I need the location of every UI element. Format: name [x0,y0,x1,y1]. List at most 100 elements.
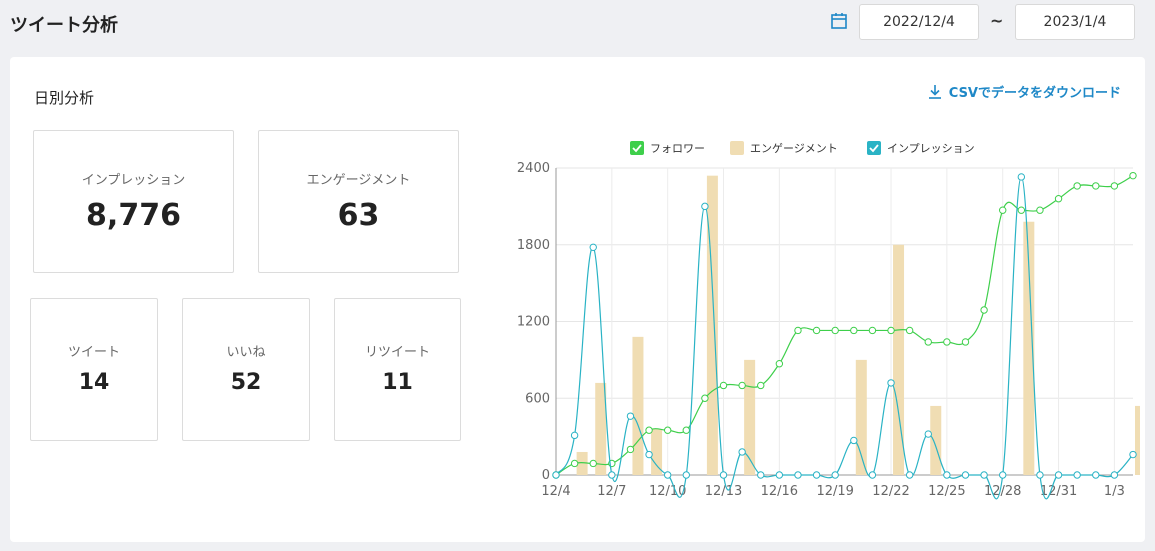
impressions-point [738,448,746,456]
followers-point [961,338,970,346]
impressions-point [794,471,802,479]
date-from-input[interactable]: 2022/12/4 [859,4,979,40]
followers-point [775,360,784,368]
impressions-point [812,471,821,479]
x-tick-label: 12/22 [872,484,909,499]
x-tick-label: 12/25 [928,484,965,499]
impressions-point [626,412,635,420]
section-title: 日別分析 [34,89,95,107]
followers-point [1036,206,1044,214]
legend-swatch [630,141,644,155]
impressions-point [924,430,932,438]
x-tick-label: 1/3 [1104,484,1125,499]
followers-point [831,326,839,335]
x-tick-label: 12/13 [705,484,742,499]
followers-point [924,338,932,346]
impressions-card: インプレッション 8,776 [33,130,234,273]
followers-point [1017,206,1026,214]
followers-point [943,338,951,346]
impressions-point [850,436,858,445]
followers-point [1092,182,1100,190]
impressions-point [831,471,839,479]
impressions-value: 8,776 [86,198,181,233]
followers-point [850,326,858,335]
followers-point [738,381,746,390]
y-tick-label: 1800 [517,238,550,253]
impressions-point [663,471,672,479]
impressions-point [682,471,690,479]
impressions-point [943,471,951,479]
legend-label: フォロワー [650,142,705,155]
likes-label: いいね [226,345,266,360]
engagement-bar [632,336,644,475]
followers-point [663,426,672,434]
y-tick-label: 0 [542,468,550,483]
y-tick-label: 2400 [517,161,550,176]
impressions-label: インプレッション [81,173,186,188]
followers-point [570,459,579,468]
impressions-point [1073,471,1081,479]
likes-card: いいね 52 [182,298,310,441]
followers-point [812,326,821,335]
followers-point [645,426,653,434]
download-icon [928,84,941,99]
daily-chart-svg: 060012001800240012/4 12/7 12/10 12/13 12/16 1… [517,141,1146,500]
engagement-bar [855,359,867,475]
daily-analysis-panel: 日別分析 CSVでデータをダウンロード インプレッション 8,776 エンゲージ… [10,57,1146,542]
engagement-bar [930,405,942,475]
tweets-card: ツイート 14 [30,298,158,441]
tweets-value: 14 [78,370,110,395]
impressions-point [980,471,988,479]
followers-point [980,306,988,314]
impressions-point [701,202,709,211]
engagement-bar [744,359,756,475]
impressions-point [608,471,616,479]
engagement-bar [1135,405,1146,475]
y-tick-label: 1200 [517,315,550,330]
impressions-point [887,379,895,387]
engagement-value: 63 [337,198,380,233]
followers-point [589,459,597,468]
followers-point [1073,182,1081,190]
followers-point [794,326,802,335]
impressions-point [570,431,579,440]
legend-label: エンゲージメント [750,142,838,155]
impressions-point [645,450,653,459]
followers-point [757,381,765,390]
legend-label: インプレッション [887,142,975,155]
calendar-icon[interactable] [830,12,848,30]
impressions-point [868,471,877,479]
followers-point [626,445,635,454]
csv-download-link[interactable]: CSVでデータをダウンロード [927,82,1121,101]
impressions-point [1054,471,1063,479]
x-tick-label: 12/31 [1040,484,1077,499]
tweets-label: ツイート [67,345,120,360]
impressions-point [1129,450,1137,459]
followers-point [1129,171,1137,180]
engagement-bar [651,428,663,475]
legend-swatch [730,141,744,155]
impressions-point [552,471,560,479]
impressions-point [999,471,1007,479]
impressions-point [757,471,765,479]
x-tick-label: 12/4 [541,484,570,499]
followers-point [905,326,914,335]
impressions-point [719,471,728,479]
impressions-point [775,471,784,479]
impressions-point [1092,471,1100,479]
impressions-point [961,471,970,479]
y-tick-label: 600 [525,391,550,406]
retweets-value: 11 [382,370,413,395]
page-title: ツイート分析 [10,15,118,36]
followers-point [1054,195,1063,203]
followers-point [719,381,728,390]
impressions-point [1017,173,1026,181]
legend-swatch [867,141,881,155]
date-to-input[interactable]: 2023/1/4 [1015,4,1135,40]
impressions-point [905,471,914,479]
csv-download-label: CSVでデータをダウンロード [948,86,1121,101]
retweets-card: リツイート 11 [334,298,461,441]
impressions-point [1036,471,1044,479]
followers-point [887,326,895,335]
impressions-point [589,243,597,252]
